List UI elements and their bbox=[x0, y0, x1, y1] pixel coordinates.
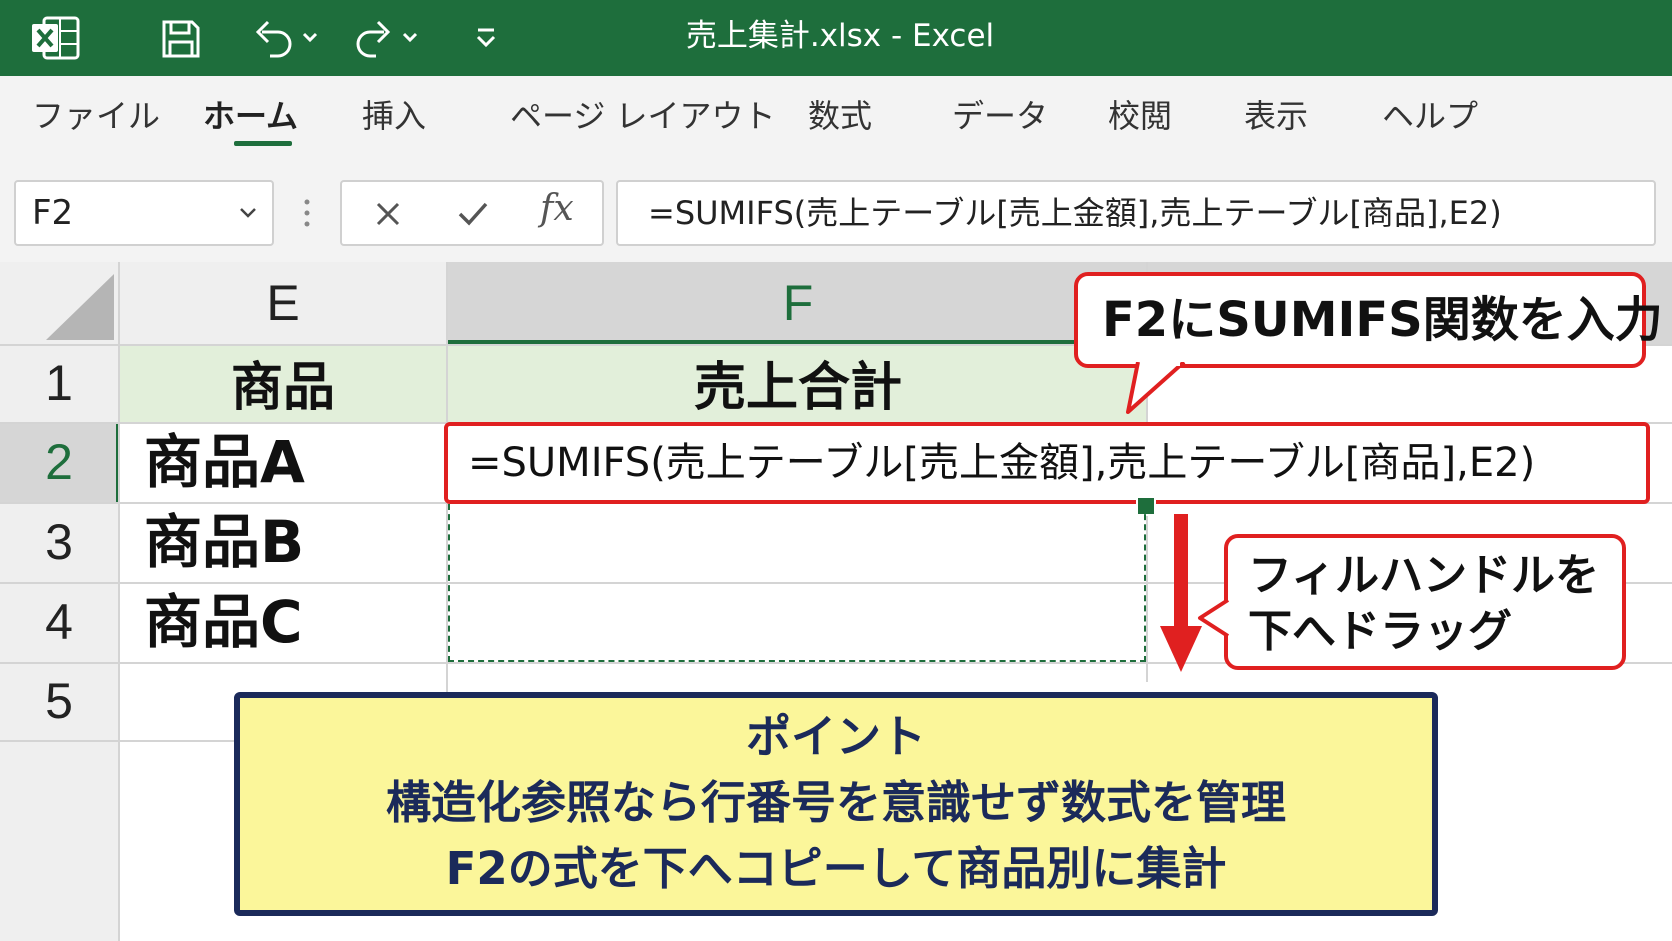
row-header-4[interactable]: 4 bbox=[0, 582, 118, 662]
point-line1: 構造化参照なら行番号を意識せず数式を管理 bbox=[385, 776, 1286, 829]
tab-file[interactable]: ファイル bbox=[32, 76, 160, 156]
tab-data[interactable]: データ bbox=[952, 76, 1048, 156]
point-title: ポイント bbox=[745, 710, 926, 763]
excel-logo-icon[interactable] bbox=[30, 14, 82, 62]
point-note-box: ポイント 構造化参照なら行番号を意識せず数式を管理 F2の式を下へコピーして商品… bbox=[234, 692, 1438, 916]
tab-help[interactable]: ヘルプ bbox=[1382, 76, 1478, 156]
column-header-e[interactable]: E bbox=[120, 262, 446, 344]
cancel-icon[interactable] bbox=[372, 198, 404, 230]
tab-page-layout[interactable]: ページ レイアウト bbox=[510, 76, 776, 156]
formula-input[interactable]: =SUMIFS(売上テーブル[売上金額],売上テーブル[商品],E2) bbox=[616, 180, 1656, 246]
drag-handle-icon[interactable] bbox=[300, 196, 314, 230]
window-title: 売上集計.xlsx - Excel bbox=[685, 18, 995, 54]
formula-text: =SUMIFS(売上テーブル[売上金額],売上テーブル[商品],E2) bbox=[648, 194, 1502, 232]
undo-icon[interactable] bbox=[252, 16, 322, 60]
cell-e3[interactable]: 商品B bbox=[144, 502, 304, 582]
callout-drag-line1: フィルハンドルを bbox=[1248, 550, 1600, 601]
grid-line bbox=[0, 740, 260, 742]
row-header-5[interactable]: 5 bbox=[0, 662, 118, 740]
drag-down-arrow-icon bbox=[1160, 514, 1202, 672]
row-header-2[interactable]: 2 bbox=[0, 422, 118, 502]
callout-pointer bbox=[1198, 598, 1230, 638]
tab-formulas[interactable]: 数式 bbox=[808, 76, 872, 156]
column-header-f[interactable]: F bbox=[448, 262, 1148, 344]
tab-insert[interactable]: 挿入 bbox=[362, 76, 426, 156]
cell-e4[interactable]: 商品C bbox=[144, 582, 303, 662]
callout-enter-function-text: F2にSUMIFS関数を入力 bbox=[1102, 292, 1663, 348]
formula-actions: fx bbox=[340, 180, 604, 246]
active-tab-indicator bbox=[234, 141, 292, 146]
redo-icon[interactable] bbox=[354, 16, 424, 60]
insert-function-icon[interactable]: fx bbox=[540, 188, 574, 229]
point-line2: F2の式を下へコピーして商品別に集計 bbox=[445, 842, 1227, 895]
save-icon[interactable] bbox=[160, 18, 202, 60]
tab-view[interactable]: 表示 bbox=[1244, 76, 1308, 156]
cell-f2[interactable]: =SUMIFS(売上テーブル[売上金額],売上テーブル[商品],E2) bbox=[444, 422, 1650, 504]
cell-f2-formula: =SUMIFS(売上テーブル[売上金額],売上テーブル[商品],E2) bbox=[468, 440, 1536, 486]
name-box-value: F2 bbox=[32, 193, 74, 233]
ribbon-tabs: ファイル ホーム 挿入 ページ レイアウト 数式 データ 校閲 表示 ヘルプ bbox=[0, 76, 1672, 156]
row-header-3[interactable]: 3 bbox=[0, 502, 118, 582]
row-header-1[interactable]: 1 bbox=[0, 344, 118, 422]
name-box[interactable]: F2 bbox=[14, 180, 274, 246]
chevron-down-icon[interactable] bbox=[238, 206, 258, 220]
callout-drag-fill-handle: フィルハンドルを 下へドラッグ bbox=[1224, 534, 1626, 670]
grid-line bbox=[450, 582, 1144, 584]
callout-drag-line2: 下へドラッグ bbox=[1248, 606, 1512, 657]
enter-check-icon[interactable] bbox=[456, 198, 490, 230]
select-all-corner[interactable] bbox=[46, 274, 114, 340]
cell-e2[interactable]: 商品A bbox=[144, 422, 305, 502]
tab-review[interactable]: 校閲 bbox=[1108, 76, 1172, 156]
callout-pointer bbox=[1126, 362, 1186, 414]
cell-e1[interactable]: 商品 bbox=[120, 344, 446, 422]
title-bar: 売上集計.xlsx - Excel bbox=[0, 0, 1672, 76]
callout-enter-function: F2にSUMIFS関数を入力 bbox=[1074, 272, 1663, 368]
cell-f1[interactable]: 売上合計 bbox=[448, 344, 1148, 422]
formula-bar-area: F2 fx =SUMIFS(売上テーブル[売上金額],売上テーブル[商品],E2… bbox=[0, 156, 1672, 262]
customize-quick-access-icon[interactable] bbox=[474, 22, 498, 52]
